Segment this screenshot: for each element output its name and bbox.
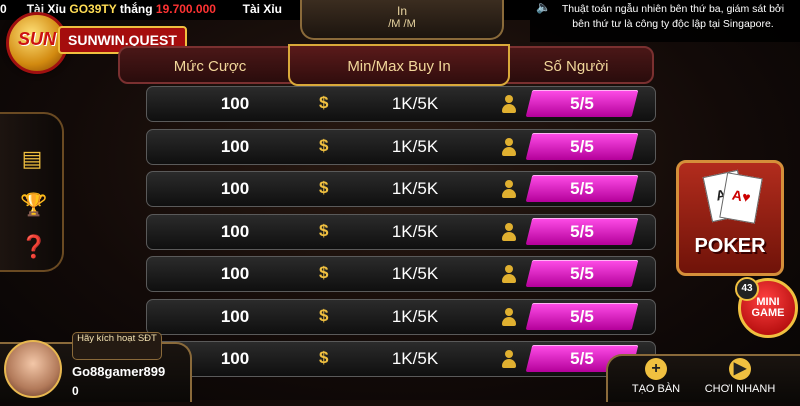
- logo-badge-text: SUN: [17, 29, 56, 49]
- row-players: 5/5: [570, 264, 594, 283]
- table-header: Mức Cược Số Người Min/Max Buy In: [118, 44, 654, 86]
- top-tab-text: In: [396, 4, 407, 18]
- document-icon[interactable]: ▤: [20, 144, 44, 174]
- row-buyin: 1K/5K: [391, 136, 439, 156]
- plus-icon: +: [645, 358, 667, 380]
- ticker-game-name-2: Tài Xỉu: [242, 2, 282, 16]
- row-players: 5/5: [570, 136, 594, 156]
- table-list: 100 $ 1K/5K 5/5 100 $ 1K/5K 5/5 100 $ 1K…: [146, 86, 656, 406]
- poker-game-tile[interactable]: A♠ A♥ POKER: [676, 160, 784, 276]
- row-buyin: 1K/5K: [391, 306, 439, 326]
- playing-card-icon: A♥: [719, 172, 763, 224]
- header-bet-label: Mức Cược: [173, 58, 247, 75]
- username: Go88gamer899: [72, 364, 166, 379]
- play-icon: ▶: [729, 358, 751, 380]
- person-icon: [500, 264, 518, 284]
- mini-game-button[interactable]: 43 MINI GAME: [735, 277, 798, 338]
- table-row[interactable]: 100 $ 1K/5K 5/5: [146, 128, 656, 165]
- person-icon: [500, 94, 518, 114]
- row-buyin: 1K/5K: [391, 94, 439, 113]
- side-menu: ▤ 🏆 ❓: [0, 112, 64, 272]
- row-players: 5/5: [570, 221, 594, 241]
- row-buyin: 1K/5K: [391, 349, 439, 368]
- row-bet: 100: [220, 94, 250, 113]
- header-buyin-label: Min/Max Buy In: [347, 58, 451, 75]
- dollar-icon: $: [319, 348, 329, 367]
- quick-play-button[interactable]: ▶ CHƠI NHANH: [704, 358, 776, 400]
- row-bet: 100: [220, 264, 250, 283]
- avatar[interactable]: [4, 340, 62, 398]
- row-buyin: 1K/5K: [391, 221, 439, 241]
- row-players: 5/5: [570, 306, 594, 326]
- row-players: 5/5: [570, 94, 594, 113]
- header-buyin[interactable]: Min/Max Buy In: [288, 44, 510, 86]
- dollar-icon: $: [319, 178, 329, 197]
- row-bet: 100: [220, 306, 250, 326]
- trophy-icon[interactable]: 🏆: [20, 190, 47, 220]
- quick-play-label: CHƠI NHANH: [704, 383, 776, 395]
- header-players[interactable]: Số Người: [498, 46, 654, 84]
- row-buyin: 1K/5K: [391, 179, 439, 198]
- help-icon[interactable]: ❓: [20, 232, 47, 262]
- mini-game-label: MINI GAME: [741, 297, 795, 319]
- dollar-icon: $: [319, 263, 329, 282]
- header-players-label: Số Người: [543, 58, 609, 75]
- poker-label: POKER: [694, 235, 766, 257]
- mini-game-label-line2: GAME: [751, 307, 785, 319]
- top-tab-subtext: /M /M: [388, 18, 416, 30]
- row-bet: 100: [220, 221, 250, 241]
- create-table-button[interactable]: + TẠO BÀN: [620, 358, 692, 400]
- person-icon: [500, 137, 518, 157]
- top-center-tab[interactable]: In /M /M: [300, 0, 504, 40]
- dollar-icon: $: [319, 135, 329, 155]
- table-row[interactable]: 100 $ 1K/5K 5/5: [146, 213, 656, 250]
- row-buyin: 1K/5K: [391, 264, 439, 283]
- balance: 0: [72, 384, 79, 398]
- speaker-icon[interactable]: 🔈: [536, 0, 551, 14]
- person-icon: [500, 179, 518, 199]
- table-row[interactable]: 100 $ 1K/5K 5/5: [146, 256, 656, 292]
- header-bet[interactable]: Mức Cược: [118, 46, 302, 84]
- dollar-icon: $: [319, 220, 329, 240]
- row-bet: 100: [220, 136, 250, 156]
- activate-phone-button[interactable]: Hãy kích hoạt SĐT: [72, 332, 162, 360]
- table-row[interactable]: 100 $ 1K/5K 5/5: [146, 298, 656, 335]
- person-icon: [500, 307, 518, 327]
- table-row[interactable]: 100 $ 1K/5K 5/5: [146, 171, 656, 207]
- dollar-icon: $: [319, 305, 329, 325]
- table-row[interactable]: 100 $ 1K/5K 5/5: [146, 86, 656, 122]
- person-icon: [500, 222, 518, 242]
- row-bet: 100: [220, 179, 250, 198]
- person-icon: [500, 349, 518, 369]
- dollar-icon: $: [319, 93, 329, 112]
- create-table-label: TẠO BÀN: [631, 383, 681, 395]
- row-bet: 100: [220, 349, 250, 368]
- notice-text: Thuật toán ngẫu nhiên bên thứ ba, giám s…: [561, 3, 785, 30]
- notice-banner: 🔈 Thuật toán ngẫu nhiên bên thứ ba, giám…: [530, 0, 800, 42]
- row-players: 5/5: [570, 179, 594, 198]
- table-row[interactable]: 100 $ 1K/5K 5/5: [146, 341, 656, 377]
